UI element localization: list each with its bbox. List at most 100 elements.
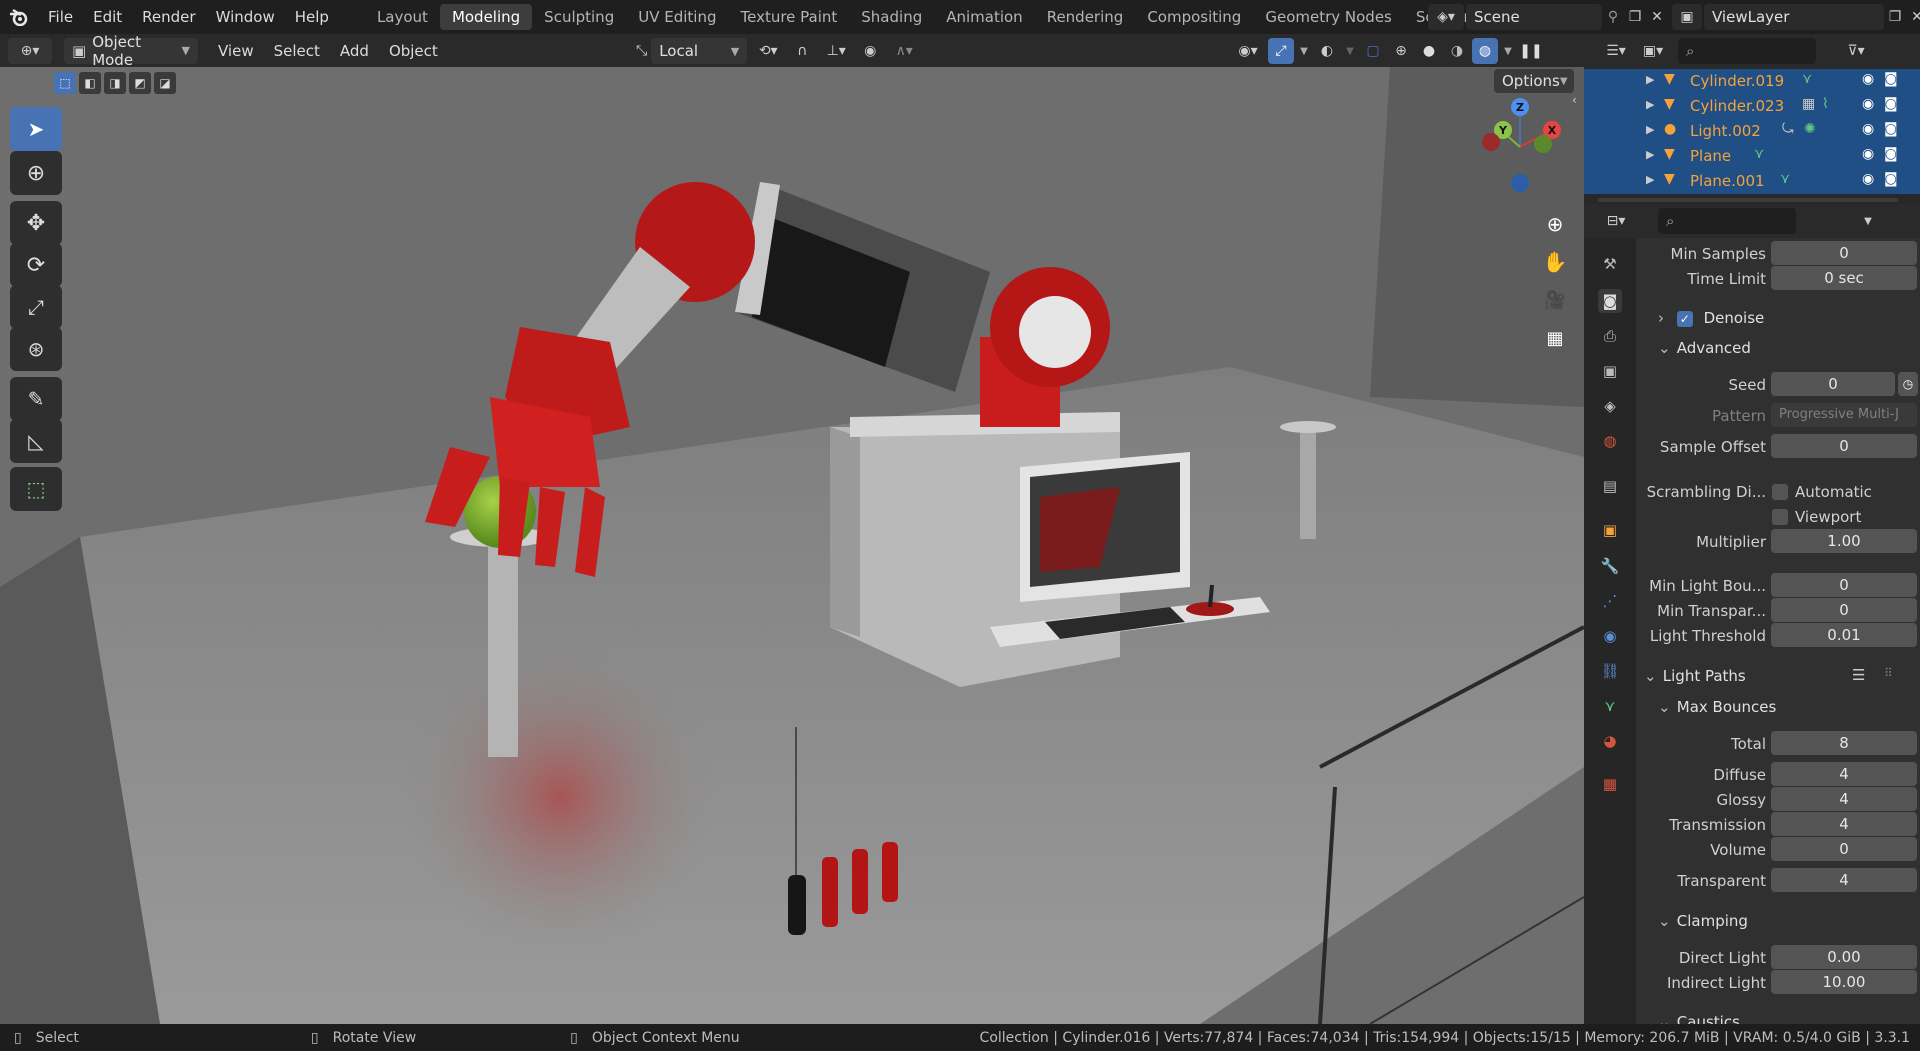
snap-icon[interactable]: ∩ [789,38,815,64]
pause-icon[interactable]: ❚❚ [1518,38,1544,64]
max-bounces-panel-header[interactable]: ⌄ Max Bounces [1658,694,1776,720]
camera-icon[interactable]: ◙ [1884,121,1898,137]
tab-constraints[interactable]: ⛓ [1598,659,1622,683]
chevron-down-icon[interactable]: ▼ [1500,38,1516,64]
eye-icon[interactable]: ◉ [1862,171,1874,187]
gizmo-neg-y-axis[interactable] [1534,135,1552,153]
gizmo-toggle-icon[interactable]: ⤢ [1268,38,1294,64]
outliner-search[interactable]: ⌕ [1678,38,1816,64]
editor-type-icon[interactable]: ⊕▾ [8,37,52,64]
expand-icon[interactable]: ▶ [1646,98,1654,111]
visibility-icon[interactable]: ◉▾ [1230,38,1266,64]
tab-modeling[interactable]: Modeling [439,4,533,30]
menu-add[interactable]: Add [330,34,379,68]
scene-field[interactable]: Scene [1466,4,1602,30]
proportional-edit-icon[interactable]: ◉ [857,38,883,64]
light-threshold-field[interactable]: 0.01 [1771,623,1917,647]
tab-texture[interactable]: ▦ [1598,772,1622,796]
menu-render[interactable]: Render [132,0,205,34]
view-layer-field[interactable]: ViewLayer [1704,4,1884,30]
menu-object[interactable]: Object [379,34,448,68]
direct-light-field[interactable]: 0.00 [1771,945,1917,969]
delete-scene-icon[interactable]: ✕ [1646,4,1668,30]
tab-particles[interactable]: ⋰ [1598,589,1622,613]
tab-output[interactable]: ⎙ [1598,324,1622,348]
eye-icon[interactable]: ◉ [1862,71,1874,87]
denoise-checkbox[interactable]: ✓ [1676,310,1693,327]
chevron-down-icon[interactable]: ▼ [1342,38,1358,64]
caustics-panel-header[interactable]: ⌄ Caustics [1658,1009,1740,1024]
viewport-checkbox[interactable] [1772,509,1788,525]
delete-view-layer-icon[interactable]: ✕ [1906,4,1920,30]
clamping-panel-header[interactable]: ⌄ Clamping [1658,908,1748,934]
seed-field[interactable]: 0 [1771,372,1895,396]
wireframe-shading-icon[interactable]: ⊕ [1388,38,1414,64]
outliner-row[interactable]: ▶ ▼ Cylinder.023 ▦ ⌇ ◉ ◙ [1584,94,1920,119]
overlay-icon[interactable]: ◐ [1314,38,1340,64]
outliner-item-name[interactable]: Plane.001 [1690,169,1765,194]
tab-world[interactable]: ◍ [1598,429,1622,453]
camera-icon[interactable]: ◙ [1884,96,1898,112]
transform-orientation-select[interactable]: Local ▼ [651,38,748,64]
measure-tool[interactable]: ◺ [10,419,62,463]
tab-data[interactable]: ⋎ [1598,694,1622,718]
select-intersect-icon[interactable]: ◪ [154,72,176,94]
denoise-panel-header[interactable]: › ✓ Denoise [1658,305,1764,331]
outliner-row[interactable]: ▶ ▼ Plane.001 ⋎ ◉ ◙ [1584,169,1920,194]
pin-icon[interactable]: ⚲ [1602,4,1624,30]
expand-icon[interactable]: ▶ [1646,123,1654,136]
tab-render[interactable]: ◙ [1598,289,1622,313]
multiplier-field[interactable]: 1.00 [1771,529,1917,553]
xray-icon[interactable]: ▢ [1360,38,1386,64]
clock-icon[interactable]: ◷ [1898,372,1918,396]
tab-layout[interactable]: Layout [365,4,440,30]
tab-collection[interactable]: ▤ [1598,474,1622,498]
tab-texture-paint[interactable]: Texture Paint [728,4,849,30]
blender-logo-icon[interactable] [0,0,38,34]
outliner-item-name[interactable]: Plane [1690,144,1731,169]
diffuse-field[interactable]: 4 [1771,762,1917,786]
scale-tool[interactable]: ⤢ [10,285,62,329]
light-paths-panel-header[interactable]: ⌄ Light Paths [1644,663,1746,689]
tab-tool[interactable]: ⚒ [1598,252,1622,276]
tab-geometry-nodes[interactable]: Geometry Nodes [1253,4,1404,30]
collapse-sidebar-icon[interactable]: ‹ [1572,93,1577,107]
transform-tool[interactable]: ⊛ [10,327,62,371]
display-mode-icon[interactable]: ▣▾ [1636,38,1670,64]
tab-modifiers[interactable]: 🔧 [1598,554,1622,578]
min-transparent-field[interactable]: 0 [1771,598,1917,622]
outliner-scrollbar[interactable] [1598,198,1898,202]
cursor-tool[interactable]: ⊕ [10,151,62,195]
min-samples-field[interactable]: 0 [1771,241,1917,265]
transmission-field[interactable]: 4 [1771,812,1917,836]
tab-view-layer[interactable]: ▣ [1598,359,1622,383]
perspective-toggle-button[interactable]: ▦ [1538,321,1572,355]
camera-icon[interactable]: ◙ [1884,146,1898,162]
select-invert-icon[interactable]: ◩ [129,72,151,94]
advanced-panel-header[interactable]: ⌄ Advanced [1658,335,1751,361]
total-field[interactable]: 8 [1771,731,1917,755]
falloff-icon[interactable]: ∧▾ [887,38,921,64]
outliner-item-name[interactable]: Cylinder.019 [1690,69,1784,94]
pan-button[interactable]: ✋ [1538,245,1572,279]
select-extend-icon[interactable]: ◧ [79,72,101,94]
select-box-tool[interactable]: ➤ [10,107,62,151]
outliner-editor-icon[interactable]: ☰▾ [1596,38,1636,64]
automatic-checkbox[interactable] [1772,484,1788,500]
drag-handle-icon[interactable]: ⠿ [1884,666,1893,680]
expand-icon[interactable]: ▶ [1646,148,1654,161]
filter-icon[interactable]: ⊽▾ [1836,38,1876,64]
zoom-button[interactable]: ⊕ [1538,207,1572,241]
menu-edit[interactable]: Edit [83,0,132,34]
glossy-field[interactable]: 4 [1771,787,1917,811]
transparent-field[interactable]: 4 [1771,868,1917,892]
snap-target-icon[interactable]: ⊥▾ [819,38,853,64]
annotate-tool[interactable]: ✎ [10,377,62,421]
chevron-down-icon[interactable]: ▼ [1296,38,1312,64]
move-tool[interactable]: ✥ [10,201,62,245]
outliner-row[interactable]: ▶ ● Light.002 ⤿ ✺ ◉ ◙ [1584,119,1920,144]
menu-window[interactable]: Window [206,0,285,34]
pattern-select[interactable]: Progressive Multi-J [1771,403,1917,427]
camera-view-button[interactable]: 🎥 [1538,283,1572,317]
tab-compositing[interactable]: Compositing [1135,4,1253,30]
